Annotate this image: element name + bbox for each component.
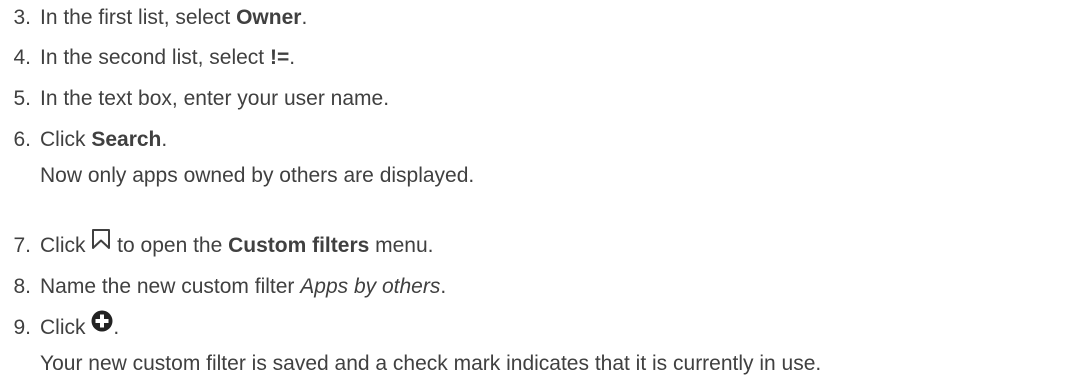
- ui-term-search: Search: [91, 128, 162, 151]
- step-text-post: menu.: [369, 234, 434, 257]
- step-text-pre: Click: [40, 128, 92, 151]
- step-number: 6.: [13, 128, 31, 151]
- ui-term-owner: Owner: [236, 6, 302, 29]
- step-text-pre: Click: [40, 234, 92, 257]
- step-result: Now only apps owned by others are displa…: [40, 164, 475, 187]
- instruction-steps: 3. In the first list, select Owner. 4. I…: [0, 0, 1075, 388]
- step-text: In the second list, select !=.: [40, 40, 295, 76]
- step-number: 8.: [13, 275, 31, 298]
- step-instruction-line: Click Search.: [40, 122, 474, 158]
- step-text-post: .: [289, 46, 296, 69]
- step-text-pre: Click: [40, 316, 92, 339]
- step-number: 7.: [13, 234, 31, 257]
- step-number: 4.: [13, 46, 31, 69]
- step-number: 9.: [13, 316, 31, 339]
- step-text-pre: In the first list, select: [40, 6, 237, 29]
- ui-term-not-equal: !=: [269, 46, 290, 69]
- filter-name-example: Apps by others: [300, 275, 441, 298]
- step-instruction-line: Click .: [40, 310, 821, 346]
- step-text-post: .: [113, 316, 120, 339]
- step-result: Your new custom filter is saved and a ch…: [40, 352, 822, 375]
- step-text: In the first list, select Owner.: [40, 0, 307, 36]
- step-text: Click Search. Now only apps owned by oth…: [40, 122, 474, 194]
- bookmark-icon: [91, 226, 111, 262]
- step-text-post: .: [440, 275, 447, 298]
- step-text-pre: Name the new custom filter: [40, 275, 301, 298]
- step-number: 3.: [13, 6, 31, 29]
- step-text: In the text box, enter your user name.: [40, 87, 390, 110]
- step-text: Click . Your new custom filter is saved …: [40, 310, 821, 382]
- add-circle-icon: [91, 308, 113, 344]
- step-text-post: .: [161, 128, 168, 151]
- ui-term-custom-filters: Custom filters: [228, 234, 370, 257]
- step-number: 5.: [13, 87, 31, 110]
- step-text: Click to open the Custom filters menu.: [40, 228, 434, 264]
- step-text-pre: In the second list, select: [40, 46, 270, 69]
- step-text-mid: to open the: [111, 234, 229, 257]
- step-text: Name the new custom filter Apps by other…: [40, 269, 446, 305]
- step-text-post: .: [301, 6, 308, 29]
